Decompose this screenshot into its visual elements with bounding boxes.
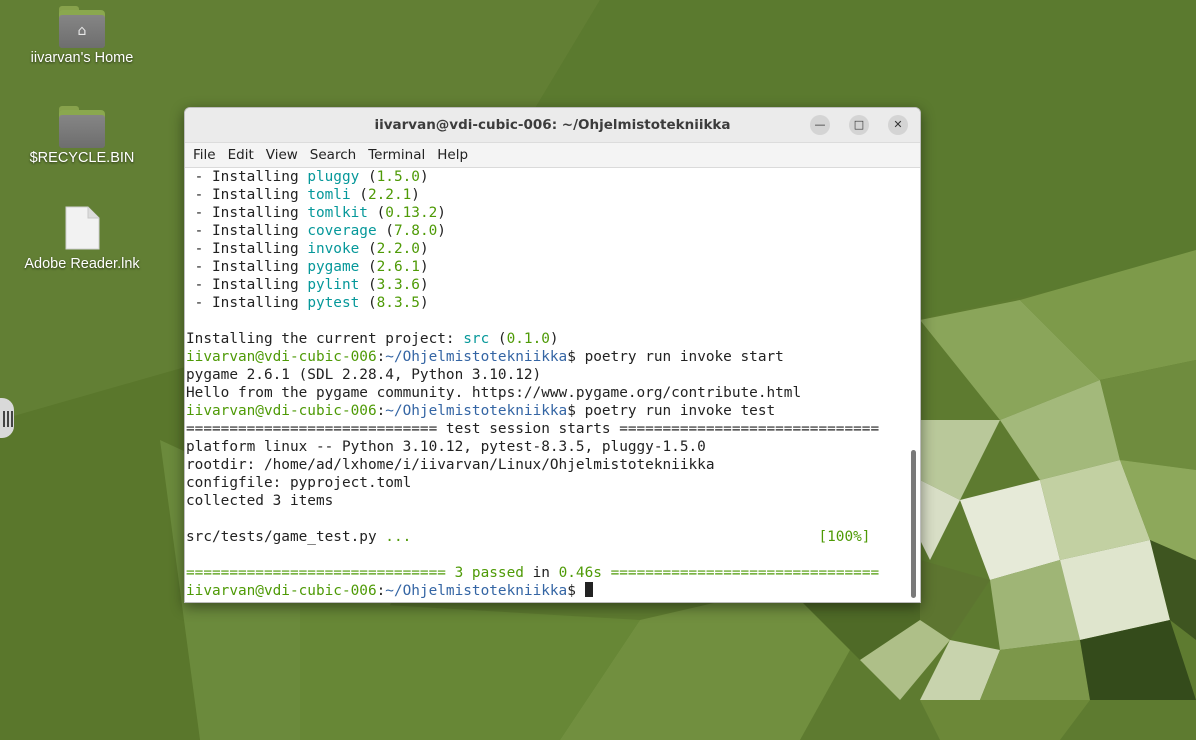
home-folder-icon: ⌂ — [59, 6, 105, 48]
package-name: pygame — [307, 259, 360, 275]
desktop-icon-recycle-bin[interactable]: $RECYCLE.BIN — [22, 106, 142, 166]
package-name: tomlkit — [307, 205, 368, 221]
install-line: - Installing invoke (2.2.0) — [186, 241, 429, 257]
window-titlebar[interactable]: iivarvan@vdi-cubic-006: ~/Ohjelmistotekn… — [185, 108, 920, 143]
desktop-icon-label: Adobe Reader.lnk — [24, 256, 140, 272]
session-header: ============================= test sessi… — [186, 421, 880, 437]
prompt-user: iivarvan@vdi-cubic-006 — [186, 403, 377, 419]
install-line: - Installing pytest (8.3.5) — [186, 295, 429, 311]
terminal-output[interactable]: - Installing pluggy (1.5.0) - Installing… — [185, 168, 920, 602]
install-line: - Installing tomli (2.2.1) — [186, 187, 420, 203]
prompt-user: iivarvan@vdi-cubic-006 — [186, 349, 377, 365]
desktop-icon-label: iivarvan's Home — [30, 50, 134, 66]
result-line: ============================== 3 passed … — [186, 565, 880, 581]
command: poetry run invoke start — [584, 349, 784, 365]
prompt-path: ~/Ohjelmistotekniikka — [385, 403, 568, 419]
menu-bar: File Edit View Search Terminal Help — [185, 143, 920, 168]
package-name: invoke — [307, 241, 360, 257]
output-line: rootdir: /home/ad/lxhome/i/iivarvan/Linu… — [186, 457, 715, 473]
test-file-line: src/tests/game_test.py ... [100%] — [186, 529, 871, 545]
install-line: - Installing pygame (2.6.1) — [186, 259, 429, 275]
package-version: 0.13.2 — [385, 205, 438, 221]
output-line: configfile: pyproject.toml — [186, 475, 412, 491]
desktop-icon-label: $RECYCLE.BIN — [29, 150, 135, 166]
package-version: 2.2.1 — [367, 187, 412, 203]
package-version: 2.2.0 — [376, 241, 420, 257]
menu-terminal[interactable]: Terminal — [364, 143, 429, 167]
prompt-line: iivarvan@vdi-cubic-006:~/Ohjelmistotekni… — [186, 582, 593, 599]
output-line: collected 3 items — [186, 493, 334, 509]
install-line: - Installing coverage (7.8.0) — [186, 223, 446, 239]
project-install-line: Installing the current project: src (0.1… — [186, 331, 559, 347]
terminal-window[interactable]: iivarvan@vdi-cubic-006: ~/Ohjelmistotekn… — [184, 107, 921, 603]
output-line: platform linux -- Python 3.10.12, pytest… — [186, 439, 706, 455]
terminal-scrollbar[interactable] — [911, 450, 916, 598]
close-button[interactable]: ✕ — [888, 115, 908, 135]
prompt-line: iivarvan@vdi-cubic-006:~/Ohjelmistotekni… — [186, 349, 784, 365]
prompt-path: ~/Ohjelmistotekniikka — [385, 349, 568, 365]
side-panel-handle[interactable] — [0, 398, 14, 438]
package-version: 2.6.1 — [376, 259, 420, 275]
text-cursor — [584, 582, 593, 597]
menu-file[interactable]: File — [189, 143, 220, 167]
command: poetry run invoke test — [584, 403, 776, 419]
minimize-button[interactable]: — — [810, 115, 830, 135]
package-name: pluggy — [307, 169, 360, 185]
menu-view[interactable]: View — [262, 143, 302, 167]
menu-search[interactable]: Search — [306, 143, 360, 167]
file-icon — [65, 206, 100, 250]
package-name: coverage — [307, 223, 377, 239]
output-line: Hello from the pygame community. https:/… — [186, 385, 802, 401]
package-version: 3.3.6 — [376, 277, 420, 293]
install-line: - Installing tomlkit (0.13.2) — [186, 205, 446, 221]
menu-help[interactable]: Help — [433, 143, 472, 167]
package-name: tomli — [307, 187, 351, 203]
folder-icon — [59, 106, 105, 148]
prompt-line: iivarvan@vdi-cubic-006:~/Ohjelmistotekni… — [186, 403, 776, 419]
package-version: 1.5.0 — [376, 169, 420, 185]
package-version: 8.3.5 — [376, 295, 420, 311]
prompt-path: ~/Ohjelmistotekniikka — [385, 583, 568, 599]
output-line: pygame 2.6.1 (SDL 2.28.4, Python 3.10.12… — [186, 367, 542, 383]
desktop-icon-adobe-reader[interactable]: Adobe Reader.lnk — [22, 206, 142, 272]
desktop-icon-home[interactable]: ⌂ iivarvan's Home — [22, 6, 142, 66]
install-line: - Installing pylint (3.3.6) — [186, 277, 429, 293]
menu-edit[interactable]: Edit — [224, 143, 258, 167]
install-line: - Installing pluggy (1.5.0) — [186, 169, 429, 185]
maximize-button[interactable]: □ — [849, 115, 869, 135]
prompt-user: iivarvan@vdi-cubic-006 — [186, 583, 377, 599]
package-name: pytest — [307, 295, 360, 311]
package-name: pylint — [307, 277, 360, 293]
package-version: 7.8.0 — [393, 223, 438, 239]
